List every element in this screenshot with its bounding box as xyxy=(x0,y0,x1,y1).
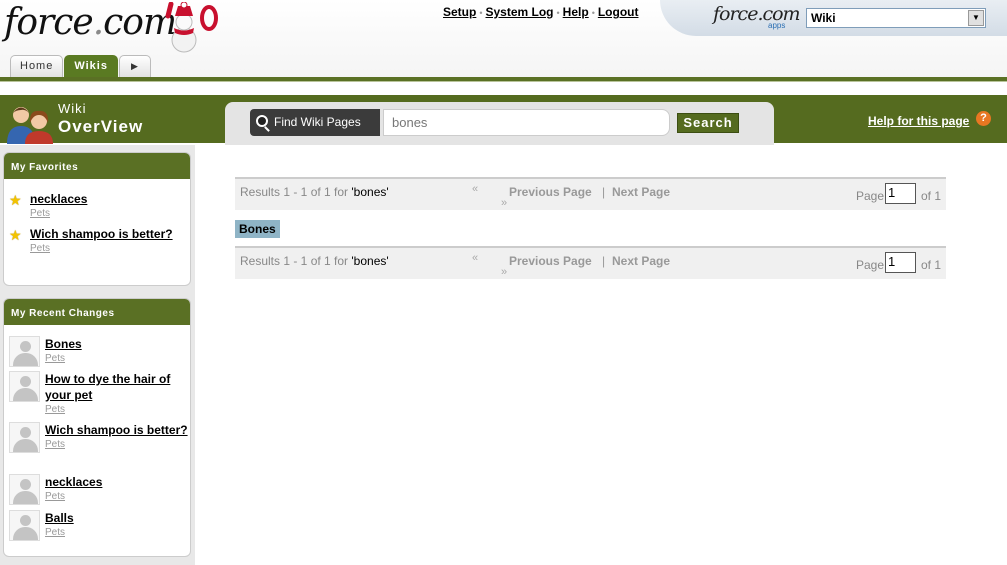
header-divider xyxy=(0,77,1007,82)
apps-label: apps xyxy=(768,21,786,30)
separator-dot: • xyxy=(479,8,483,18)
favorite-title-link[interactable]: necklaces xyxy=(30,191,180,207)
page-label: Page xyxy=(856,258,885,272)
favorite-category-link[interactable]: Pets xyxy=(30,207,180,220)
recent-title-link[interactable]: necklaces xyxy=(45,474,190,490)
recent-changes-title: My Recent Changes xyxy=(4,299,190,325)
pagination-separator: | xyxy=(602,185,606,199)
wiki-search-box: Find Wiki Pages bones Search xyxy=(225,102,774,145)
avatar xyxy=(9,336,40,367)
page-section-label: Wiki xyxy=(58,101,87,116)
next-page-link[interactable]: Next Page xyxy=(612,254,670,268)
results-count: Results 1 - 1 of 1 for 'bones' xyxy=(240,185,389,199)
app-switcher-panel: force.com apps Wiki ▼ xyxy=(660,0,1007,36)
page-total: of 1 xyxy=(921,189,942,203)
favorites-panel: My Favorites ★ necklaces Pets ★ Wich sha… xyxy=(3,152,191,286)
recent-title-link[interactable]: How to dye the hair of your pet xyxy=(45,371,190,403)
recent-category-link[interactable]: Pets xyxy=(45,490,190,503)
avatar xyxy=(9,474,40,505)
more-tabs-arrow-icon[interactable]: ▶ xyxy=(118,55,151,77)
recent-category-link[interactable]: Pets xyxy=(45,352,190,365)
first-page-icon[interactable]: « xyxy=(472,252,478,264)
tab-wikis[interactable]: Wikis xyxy=(64,55,118,77)
search-button[interactable]: Search xyxy=(677,113,739,133)
page-label: Page xyxy=(856,189,885,203)
search-input[interactable]: bones xyxy=(383,109,670,136)
chevron-down-icon[interactable]: ▼ xyxy=(968,10,984,26)
help-link[interactable]: Help xyxy=(563,5,589,19)
recent-category-link[interactable]: Pets xyxy=(45,438,190,451)
previous-page-link[interactable]: Previous Page xyxy=(509,254,592,268)
last-page-icon[interactable]: » xyxy=(501,197,507,209)
logout-link[interactable]: Logout xyxy=(598,5,639,19)
first-page-icon[interactable]: « xyxy=(472,183,478,195)
help-icon[interactable]: ? xyxy=(976,111,991,126)
recent-title-link[interactable]: Balls xyxy=(45,510,190,526)
previous-page-link[interactable]: Previous Page xyxy=(509,185,592,199)
page-number-input[interactable]: 1 xyxy=(885,252,916,273)
avatar xyxy=(9,510,40,541)
avatar xyxy=(9,371,40,402)
separator-dot: • xyxy=(591,8,595,18)
search-icon xyxy=(256,115,268,127)
star-icon[interactable]: ★ xyxy=(9,228,22,244)
last-page-icon[interactable]: » xyxy=(501,266,507,278)
sidebar: My Favorites ★ necklaces Pets ★ Wich sha… xyxy=(0,145,195,565)
recent-changes-panel: My Recent Changes Bones Pets How to dye … xyxy=(3,298,191,557)
favorites-title: My Favorites xyxy=(4,153,190,179)
people-icon xyxy=(7,107,53,144)
top-header: force.com Setup • System Log • Help • Logout f… xyxy=(0,0,1007,82)
search-result-item[interactable]: Bones xyxy=(235,220,280,238)
tab-home[interactable]: Home xyxy=(10,55,64,77)
avatar xyxy=(9,422,40,453)
snowman-logo-icon xyxy=(165,2,218,53)
separator-dot: • xyxy=(556,8,560,18)
setup-link[interactable]: Setup xyxy=(443,5,476,19)
results-pagination-top: Results 1 - 1 of 1 for 'bones' « » Previ… xyxy=(235,177,946,210)
help-for-page-link[interactable]: Help for this page xyxy=(868,114,969,128)
top-links: Setup • System Log • Help • Logout xyxy=(443,5,639,19)
recent-category-link[interactable]: Pets xyxy=(45,403,190,416)
recent-category-link[interactable]: Pets xyxy=(45,526,190,539)
app-select-value: Wiki xyxy=(811,11,836,25)
find-wiki-pages-label: Find Wiki Pages xyxy=(250,109,380,136)
recent-title-link[interactable]: Bones xyxy=(45,336,190,352)
results-pagination-bottom: Results 1 - 1 of 1 for 'bones' « » Previ… xyxy=(235,246,946,279)
favorite-title-link[interactable]: Wich shampoo is better? xyxy=(30,226,180,242)
force-apps-logo: force.com xyxy=(713,3,801,25)
tab-bar: Home Wikis ▶ xyxy=(10,55,151,77)
page-number-input[interactable]: 1 xyxy=(885,183,916,204)
results-count: Results 1 - 1 of 1 for 'bones' xyxy=(240,254,389,268)
pagination-separator: | xyxy=(602,254,606,268)
page-title: OverView xyxy=(58,117,144,136)
favorite-category-link[interactable]: Pets xyxy=(30,242,180,255)
page-total: of 1 xyxy=(921,258,942,272)
star-icon[interactable]: ★ xyxy=(9,193,22,209)
app-select[interactable]: Wiki ▼ xyxy=(806,8,986,28)
system-log-link[interactable]: System Log xyxy=(486,5,554,19)
next-page-link[interactable]: Next Page xyxy=(612,185,670,199)
force-logo[interactable]: force.com xyxy=(4,2,177,43)
recent-title-link[interactable]: Wich shampoo is better? xyxy=(45,422,190,438)
